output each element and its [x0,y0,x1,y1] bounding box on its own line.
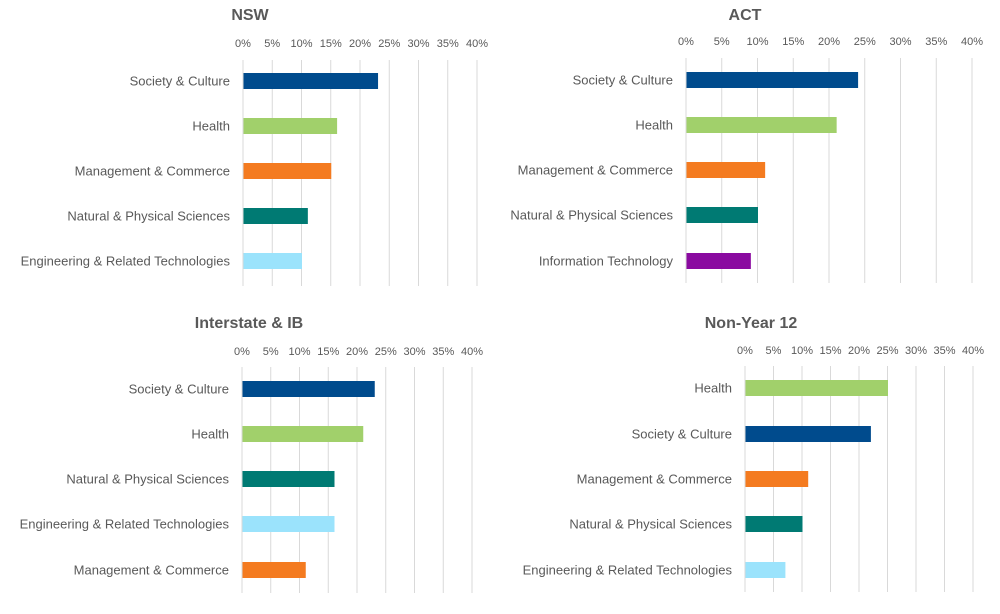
chart-title: Interstate & IB [195,315,303,332]
category-label: Engineering & Related Technologies [20,517,230,532]
category-label: Natural & Physical Sciences [66,472,229,487]
x-tick-label: 0% [235,38,251,50]
bar-management-and-commerce [242,562,306,578]
x-tick-label: 35% [437,38,459,50]
x-tick-label: 20% [346,346,368,358]
category-label: Health [191,427,229,442]
bar-society-and-culture [242,381,375,397]
bar-health [745,380,888,396]
bar-natural-and-physical-sciences [745,516,803,532]
x-tick-label: 0% [234,346,250,358]
bar-natural-and-physical-sciences [243,208,308,224]
category-label: Natural & Physical Sciences [569,517,732,532]
x-tick-label: 25% [375,346,397,358]
x-tick-label: 5% [766,345,782,357]
x-tick-label: 35% [925,36,947,48]
category-label: Management & Commerce [518,163,673,178]
bar-management-and-commerce [686,162,766,178]
chart-title: NSW [231,7,269,24]
x-tick-label: 40% [961,36,983,48]
x-tick-label: 30% [407,38,429,50]
x-tick-label: 40% [466,38,488,50]
chart-act: ACT 0% 5% 10% 15% 20% 25% 30% 35% 40% Society & Cu… [500,0,1000,300]
chart-non-year-12-svg: Non-Year 12 0% 5% 10% 15% 20% 25% 30% 35% 40% Heal… [523,315,984,592]
chart-interstate-ib-svg: Interstate & IB 0% 5% 10% 15% 20% 25% 30% 35% 40%… [20,315,483,593]
x-tick-label: 35% [432,346,454,358]
x-tick-label: 5% [714,36,730,48]
category-label: Management & Commerce [577,472,732,487]
chart-interstate-ib: Interstate & IB 0% 5% 10% 15% 20% 25% 30% 35% 40%… [0,300,500,614]
x-tick-label: 10% [288,346,310,358]
bar-information-technology [686,253,751,269]
x-tick-label: 30% [889,36,911,48]
chart-act-svg: ACT 0% 5% 10% 15% 20% 25% 30% 35% 40% Society & Cu… [510,7,983,283]
category-label: Engineering & Related Technologies [523,563,733,578]
bar-health [242,426,364,442]
x-tick-label: 40% [461,346,483,358]
category-label: Health [192,119,230,134]
x-tick-label: 10% [290,38,312,50]
x-tick-label: 0% [737,345,753,357]
bar-health [243,118,338,134]
x-tick-label: 20% [818,36,840,48]
chart-nsw-svg: NSW 0% 5% 10% 15% 20% 25% 30% 35% 40% Society & Cu… [21,7,488,286]
bar-engineering-and-related-technologies [745,562,786,578]
x-tick-label: 30% [905,345,927,357]
bar-society-and-culture [686,72,859,88]
bar-society-and-culture [243,73,379,89]
chart-nsw: NSW 0% 5% 10% 15% 20% 25% 30% 35% 40% Society & Cu… [0,0,500,300]
x-tick-label: 25% [378,38,400,50]
x-tick-label: 5% [263,346,279,358]
x-tick-label: 15% [317,346,339,358]
x-tick-label: 15% [782,36,804,48]
category-label: Society & Culture [129,382,229,397]
bar-management-and-commerce [243,163,332,179]
x-tick-label: 15% [819,345,841,357]
x-tick-label: 20% [848,345,870,357]
category-label: Health [694,381,732,396]
x-tick-label: 35% [933,345,955,357]
chart-title: ACT [729,7,762,24]
category-label: Society & Culture [130,74,230,89]
bar-engineering-and-related-technologies [242,516,335,532]
bar-management-and-commerce [745,471,809,487]
bar-engineering-and-related-technologies [243,253,302,269]
x-tick-label: 15% [320,38,342,50]
x-tick-label: 40% [962,345,984,357]
category-label: Health [635,118,673,133]
category-label: Information Technology [539,254,674,269]
x-tick-label: 10% [791,345,813,357]
category-label: Management & Commerce [75,164,230,179]
category-label: Society & Culture [632,427,732,442]
chart-title: Non-Year 12 [705,315,798,332]
x-tick-label: 30% [403,346,425,358]
category-label: Society & Culture [573,73,673,88]
bar-health [686,117,837,133]
x-tick-label: 20% [349,38,371,50]
bar-natural-and-physical-sciences [242,471,335,487]
bar-society-and-culture [745,426,871,442]
x-tick-label: 0% [678,36,694,48]
x-tick-label: 5% [264,38,280,50]
x-tick-label: 25% [854,36,876,48]
category-label: Natural & Physical Sciences [510,208,673,223]
chart-non-year-12: Non-Year 12 0% 5% 10% 15% 20% 25% 30% 35% 40% Heal… [500,300,1000,614]
x-tick-label: 25% [876,345,898,357]
x-tick-label: 10% [746,36,768,48]
category-label: Management & Commerce [74,563,229,578]
category-label: Engineering & Related Technologies [21,254,231,269]
category-label: Natural & Physical Sciences [67,209,230,224]
bar-natural-and-physical-sciences [686,207,758,223]
